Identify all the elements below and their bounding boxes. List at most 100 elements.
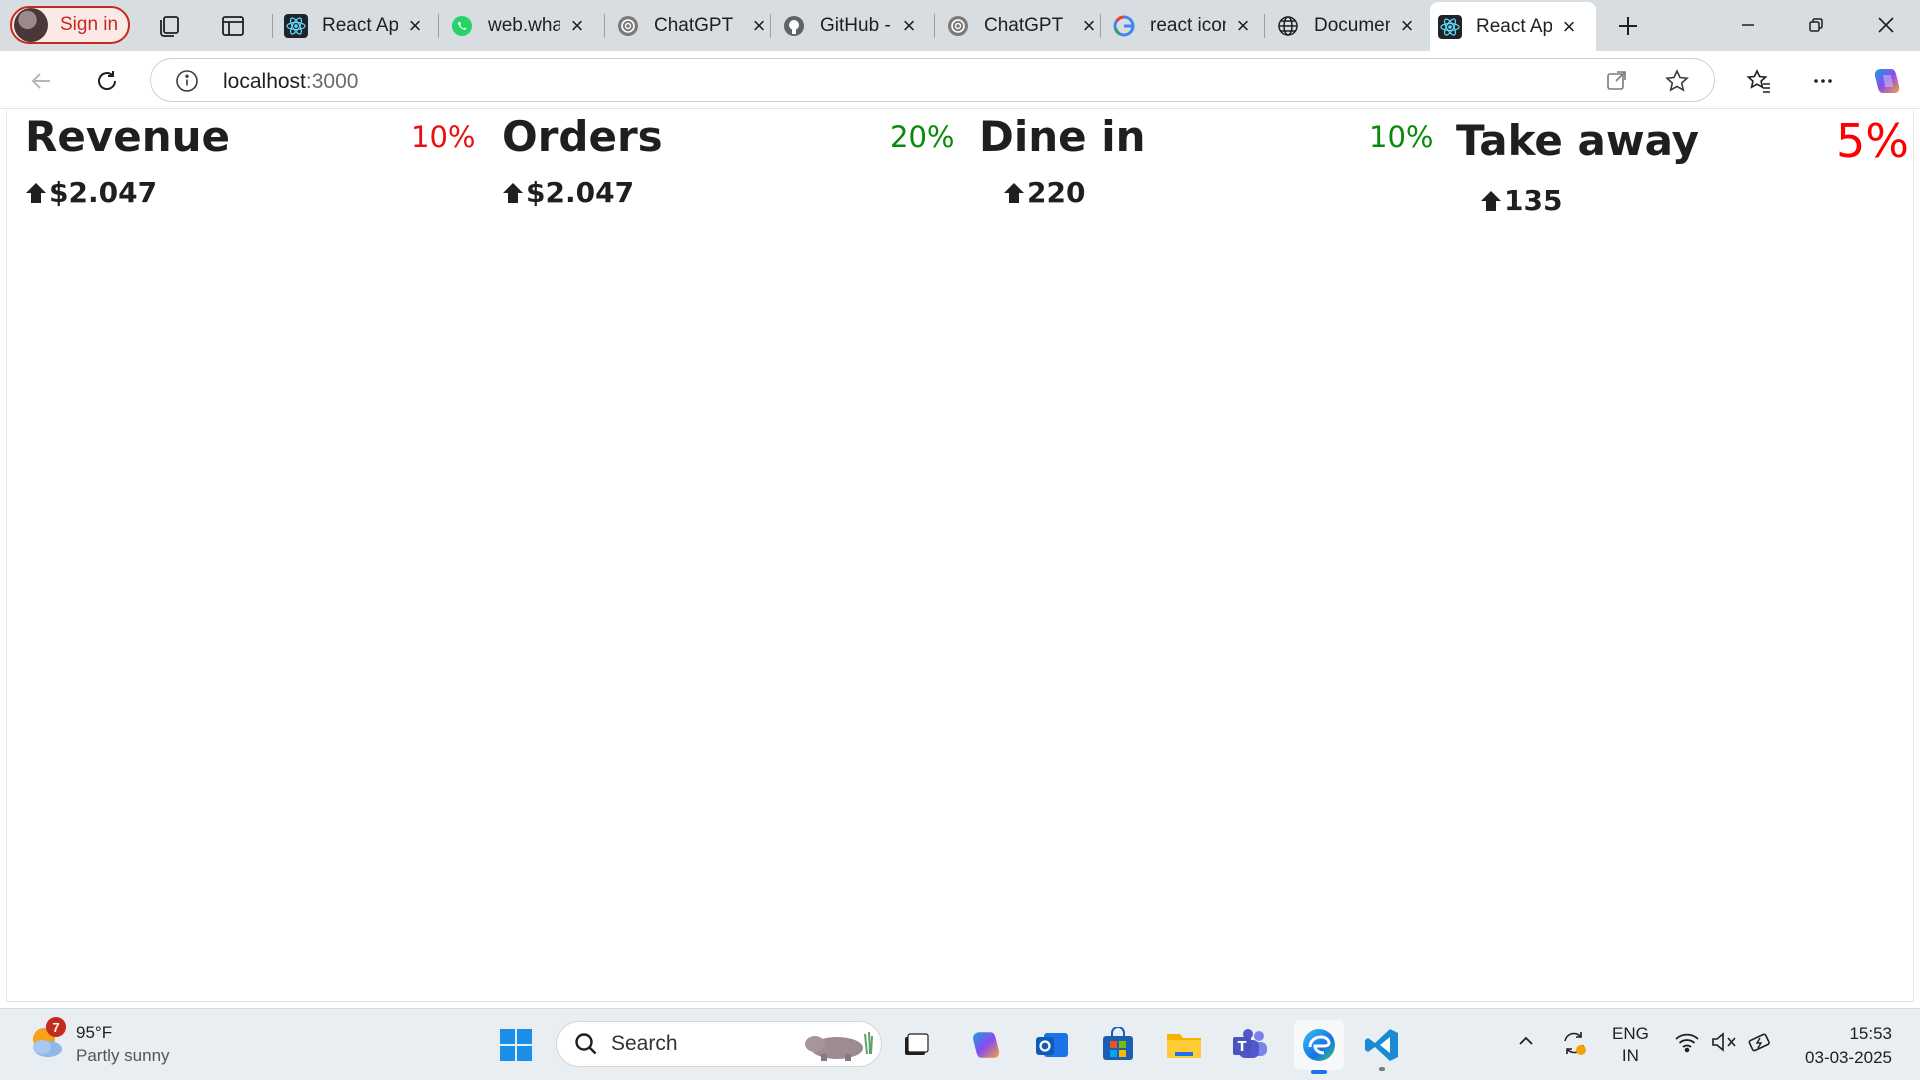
google-icon	[1112, 14, 1136, 38]
vscode-icon[interactable]	[1360, 1023, 1404, 1071]
react-icon	[284, 13, 308, 38]
github-icon	[782, 14, 806, 38]
vertical-tabs-icon[interactable]	[216, 9, 250, 43]
card-title: Dine in	[979, 112, 1146, 161]
open-in-app-icon[interactable]	[1604, 69, 1628, 98]
browser-toolbar: localhost:3000	[0, 51, 1920, 109]
tab-title: React App	[322, 14, 398, 36]
microsoft-store-icon[interactable]	[1096, 1023, 1140, 1067]
address-bar[interactable]: localhost:3000	[150, 58, 1715, 102]
card-percent: 20%	[890, 120, 955, 154]
chatgpt-icon	[616, 14, 640, 38]
close-window-icon[interactable]	[1866, 8, 1906, 42]
clock-date: 03-03-2025	[1805, 1048, 1892, 1067]
system-clock[interactable]: 15:53 03-03-2025	[1805, 1022, 1892, 1070]
weather-condition: Partly sunny	[76, 1046, 170, 1065]
card-title: Take away	[1456, 116, 1700, 165]
tab-title: ChatGPT	[984, 14, 1064, 36]
sync-icon[interactable]	[1560, 1029, 1588, 1062]
close-tab-icon[interactable]: ×	[1232, 13, 1254, 38]
tab-title: ChatGPT	[654, 14, 734, 36]
close-tab-icon[interactable]: ×	[1396, 13, 1418, 38]
card-value-text: 220	[1027, 176, 1086, 209]
wifi-icon[interactable]	[1674, 1031, 1700, 1058]
tab-chatgpt-2[interactable]: ChatGPT ×	[938, 7, 1100, 44]
minimize-icon[interactable]	[1728, 8, 1768, 42]
close-tab-icon[interactable]: ×	[898, 13, 920, 38]
tab-react-app[interactable]: React App ×	[276, 7, 426, 44]
more-options-icon[interactable]	[1804, 62, 1842, 100]
globe-icon	[1276, 14, 1300, 38]
card-value: $2.047	[502, 176, 634, 209]
weather-widget[interactable]: 7 95°F Partly sunny	[26, 1017, 170, 1067]
card-title: Revenue	[25, 112, 230, 161]
card-value-text: 135	[1504, 184, 1563, 217]
tab-react-app-active[interactable]: React App ×	[1430, 2, 1596, 51]
site-info-icon[interactable]	[175, 69, 199, 98]
react-icon	[1438, 14, 1462, 39]
page-viewport: Revenue 10% $2.047 Orders 20% $2.047 Din…	[6, 110, 1914, 1002]
stat-card-revenue: Revenue 10% $2.047	[7, 110, 475, 230]
workspaces-icon[interactable]	[152, 9, 186, 43]
file-explorer-icon[interactable]	[1162, 1023, 1206, 1067]
favorites-icon[interactable]	[1740, 62, 1778, 100]
clock-time: 15:53	[1849, 1024, 1892, 1043]
weather-badge: 7	[46, 1017, 66, 1037]
close-tab-icon[interactable]: ×	[566, 13, 588, 38]
card-percent: 10%	[411, 120, 476, 154]
arrow-up-icon	[1481, 190, 1501, 211]
arrow-up-icon	[26, 182, 46, 203]
close-tab-icon[interactable]: ×	[404, 13, 426, 38]
stat-card-orders: Orders 20% $2.047	[484, 110, 954, 230]
tab-chatgpt[interactable]: ChatGPT ×	[608, 7, 770, 44]
card-percent: 5%	[1836, 114, 1909, 168]
refresh-icon[interactable]	[88, 62, 126, 100]
close-tab-icon[interactable]: ×	[1558, 14, 1580, 39]
card-percent: 10%	[1369, 120, 1434, 154]
tab-title: react icons	[1150, 14, 1226, 36]
battery-charging-icon[interactable]	[1746, 1029, 1774, 1060]
close-tab-icon[interactable]: ×	[1078, 13, 1100, 38]
language-indicator[interactable]: ENG IN	[1612, 1023, 1649, 1067]
search-label: Search	[611, 1032, 678, 1055]
partly-sunny-icon: 7	[26, 1017, 66, 1059]
close-tab-icon[interactable]: ×	[748, 13, 770, 38]
restore-icon[interactable]	[1796, 8, 1836, 42]
copilot-app-icon[interactable]	[964, 1023, 1008, 1067]
new-tab-icon[interactable]	[1611, 9, 1645, 43]
card-value: 135	[1480, 184, 1562, 217]
tab-react-icons-search[interactable]: react icons ×	[1104, 7, 1254, 44]
language-region: IN	[1621, 1046, 1639, 1065]
card-value-text: $2.047	[526, 176, 635, 209]
tab-github[interactable]: GitHub - ×	[774, 7, 920, 44]
task-view-icon[interactable]	[894, 1023, 938, 1067]
taskbar-search[interactable]: Search	[556, 1021, 882, 1067]
back-arrow-icon[interactable]	[22, 62, 60, 100]
tab-title: web.whatsapp.com	[488, 14, 560, 36]
hippo-doodle-icon	[805, 1031, 873, 1061]
outlook-icon[interactable]	[1030, 1023, 1074, 1067]
copilot-icon[interactable]	[1868, 62, 1906, 100]
card-title: Orders	[502, 112, 663, 161]
windows-taskbar: 7 95°F Partly sunny Search T ENG IN 15:5…	[0, 1008, 1920, 1080]
search-icon	[575, 1033, 597, 1055]
stat-card-dine-in: Dine in 10% 220	[961, 110, 1433, 230]
arrow-up-icon	[1004, 182, 1024, 203]
tab-title: GitHub -	[820, 14, 891, 36]
tab-title: React App	[1476, 15, 1552, 37]
weather-temp: 95°F	[76, 1023, 113, 1042]
sign-in-label: Sign in	[60, 14, 119, 35]
arrow-up-icon	[503, 182, 523, 203]
windows-start-icon[interactable]	[494, 1023, 538, 1067]
tab-whatsapp[interactable]: web.whatsapp.com ×	[442, 7, 588, 44]
tab-document[interactable]: Document ×	[1268, 7, 1418, 44]
favorite-star-icon[interactable]	[1664, 68, 1690, 99]
volume-muted-icon[interactable]	[1710, 1031, 1738, 1058]
running-app-indicator	[1379, 1067, 1385, 1071]
card-value: $2.047	[25, 176, 157, 209]
active-app-indicator	[1311, 1070, 1327, 1074]
teams-icon[interactable]: T	[1228, 1023, 1272, 1067]
edge-browser-icon[interactable]	[1294, 1020, 1344, 1074]
show-hidden-icons-chevron-icon[interactable]	[1516, 1031, 1536, 1056]
sign-in-button[interactable]: Sign in	[10, 6, 130, 44]
